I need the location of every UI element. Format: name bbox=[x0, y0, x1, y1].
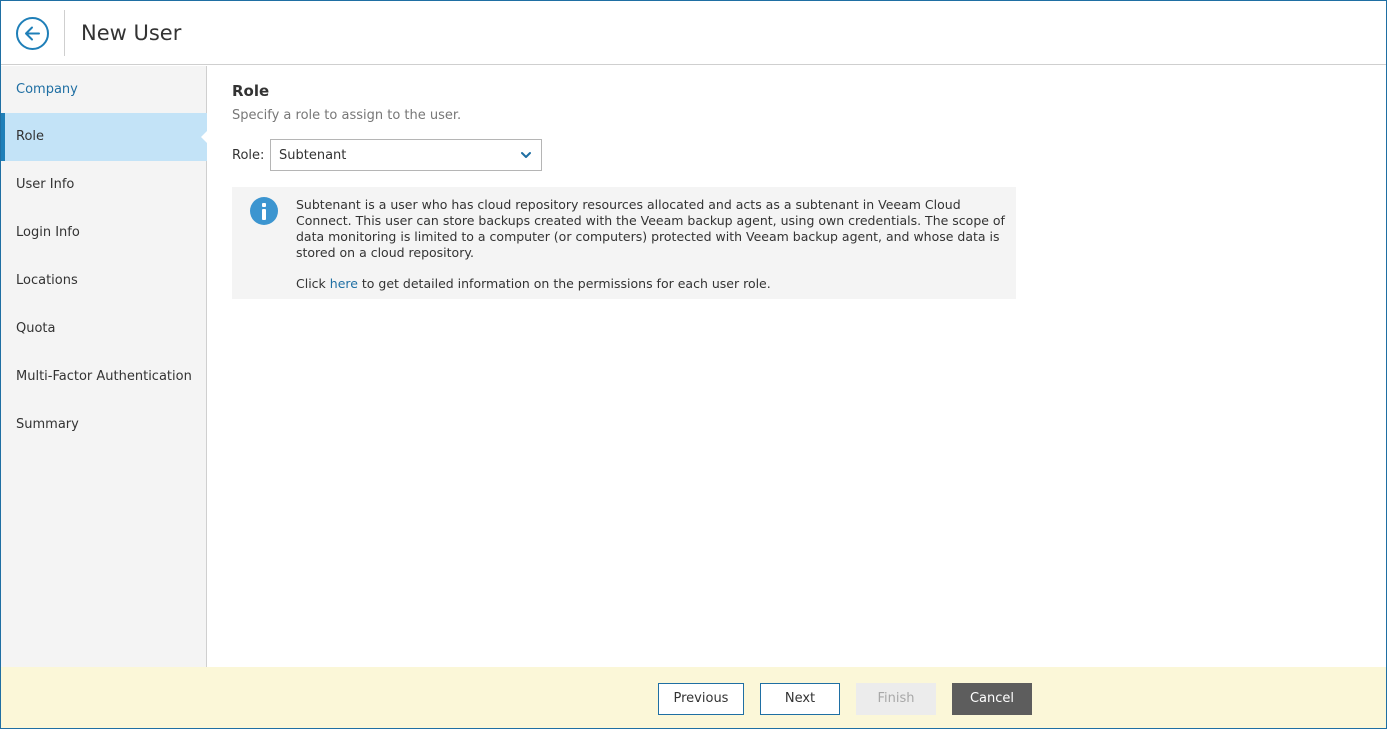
cancel-button[interactable]: Cancel bbox=[952, 683, 1032, 715]
back-button[interactable] bbox=[16, 17, 49, 50]
role-dropdown-value: Subtenant bbox=[279, 148, 347, 163]
arrow-left-icon bbox=[25, 26, 40, 41]
sidebar-item-summary[interactable]: Summary bbox=[1, 401, 207, 449]
sidebar-item-role[interactable]: Role bbox=[1, 113, 208, 161]
sidebar-item-mfa[interactable]: Multi-Factor Authentication bbox=[1, 353, 207, 401]
role-description: Subtenant is a user who has cloud reposi… bbox=[296, 197, 1005, 260]
sidebar-item-company[interactable]: Company bbox=[1, 66, 207, 114]
sidebar-item-login-info[interactable]: Login Info bbox=[1, 209, 207, 257]
page-title: New User bbox=[81, 21, 182, 45]
section-subtitle: Specify a role to assign to the user. bbox=[232, 108, 462, 123]
header-divider bbox=[64, 10, 65, 56]
help-text-suffix: to get detailed information on the permi… bbox=[357, 276, 771, 291]
role-info-box: Subtenant is a user who has cloud reposi… bbox=[232, 187, 1016, 299]
help-text-prefix: Click bbox=[296, 276, 330, 291]
sidebar-item-user-info[interactable]: User Info bbox=[1, 161, 207, 209]
chevron-down-icon bbox=[521, 152, 531, 158]
previous-button[interactable]: Previous bbox=[658, 683, 744, 715]
main-content: Role Specify a role to assign to the use… bbox=[208, 66, 1386, 667]
next-button[interactable]: Next bbox=[760, 683, 840, 715]
role-label: Role: bbox=[232, 148, 265, 163]
wizard-steps-sidebar: Company Role User Info Login Info Locati… bbox=[1, 66, 208, 667]
sidebar-item-locations[interactable]: Locations bbox=[1, 257, 207, 305]
finish-button[interactable]: Finish bbox=[856, 683, 936, 715]
role-dropdown[interactable]: Subtenant bbox=[270, 139, 542, 171]
sidebar-item-quota[interactable]: Quota bbox=[1, 305, 207, 353]
wizard-footer: Previous Next Finish Cancel bbox=[1, 667, 1386, 728]
permissions-help-text: Click here to get detailed information o… bbox=[296, 276, 771, 291]
section-title: Role bbox=[232, 82, 270, 100]
header: New User bbox=[1, 1, 1386, 65]
info-icon bbox=[250, 197, 278, 225]
permissions-help-link[interactable]: here bbox=[330, 276, 358, 291]
